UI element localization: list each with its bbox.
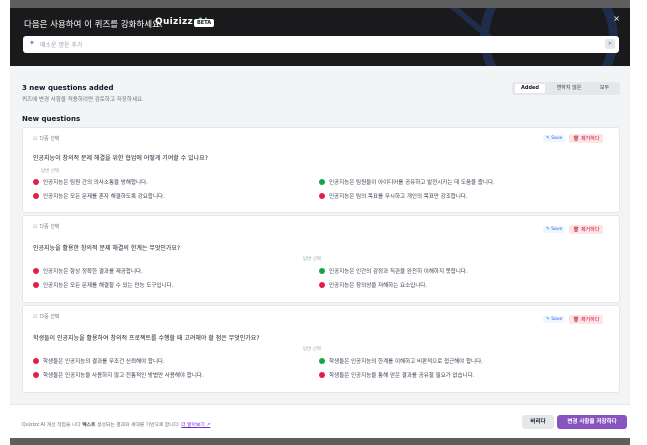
answer-option: 인공지능은 모든 문제를 해결할 수 있는 만능 도구입니다. bbox=[33, 281, 173, 289]
summary-title: 3 new questions added bbox=[22, 84, 114, 92]
checkbox-icon: ☑ bbox=[33, 136, 38, 142]
correct-dot-icon bbox=[319, 358, 325, 364]
answer-option: 인공지능은 창의성을 저해하는 요소입니다. bbox=[319, 281, 427, 289]
send-icon[interactable]: ➤ bbox=[605, 39, 615, 49]
tab-all[interactable]: 모두 bbox=[592, 84, 617, 93]
correct-dot-icon bbox=[319, 179, 325, 185]
answer-option: 학생들은 인공지능을 통해 얻은 결과를 공유할 필요가 없습니다. bbox=[319, 371, 475, 379]
options-label: 답변 선택 bbox=[303, 347, 321, 352]
answer-option: 학생들은 인공지능의 결과를 무조건 신뢰해야 합니다. bbox=[33, 357, 165, 365]
answer-option: 인공지능은 인간의 감정과 직관을 완전히 이해하지 못합니다. bbox=[319, 267, 468, 275]
incorrect-dot-icon bbox=[33, 282, 39, 288]
question-text: 인공지능을 활용한 창의적 문제 해결의 한계는 무엇인가요? bbox=[33, 245, 181, 252]
question-text: 학생들이 인공지능을 활용하여 창의적 프로젝트를 수행할 때 고려해야 할 점… bbox=[33, 335, 260, 342]
answer-option: 학생들은 인공지능을 사용하지 않고 전통적인 방법만 사용해야 합니다. bbox=[33, 371, 204, 379]
incorrect-dot-icon bbox=[33, 268, 39, 274]
question-type: ☑ 다중 선택 bbox=[33, 314, 60, 320]
correct-dot-icon bbox=[319, 268, 325, 274]
remove-question-button[interactable]: 🗑 제거하다 bbox=[569, 134, 604, 143]
tab-unchanged[interactable]: 변하지 않은 bbox=[549, 84, 589, 93]
checkbox-icon: ☑ bbox=[33, 224, 38, 230]
sparkle-icon: ✦ bbox=[29, 39, 35, 47]
answer-option: 인공지능은 팀원 간의 의사소통을 방해합니다. bbox=[33, 178, 148, 186]
question-type: ☑ 다중 선택 bbox=[33, 224, 60, 230]
answer-option: 인공지능은 항상 정확한 결과를 제공합니다. bbox=[33, 267, 143, 275]
options-label: 답변 선택 bbox=[41, 169, 59, 174]
discard-button[interactable]: 버리다 bbox=[522, 415, 554, 429]
incorrect-dot-icon bbox=[319, 372, 325, 378]
dialog-header: 다음은 사용하여 이 퀴즈를 강화하세요. Quizizz AI BETA × … bbox=[10, 8, 630, 66]
answer-option: 학생들은 인공지능의 한계를 이해하고 비판적으로 접근해야 합니다. bbox=[319, 357, 483, 365]
question-type: ☑ 다중 선택 bbox=[33, 136, 60, 142]
incorrect-dot-icon bbox=[33, 372, 39, 378]
tab-added[interactable]: Added bbox=[515, 84, 545, 93]
incorrect-dot-icon bbox=[33, 193, 39, 199]
options-label: 답변 선택 bbox=[303, 257, 321, 262]
question-card: ☑ 다중 선택 ✎ Save 🗑 제거하다 학생들이 인공지능을 활용하여 창의적… bbox=[22, 305, 620, 393]
incorrect-dot-icon bbox=[33, 179, 39, 185]
answer-option: 인공지능은 팀의 목표를 무시하고 개인의 목표만 강조합니다. bbox=[319, 192, 468, 200]
remove-question-button[interactable]: 🗑 제거하다 bbox=[569, 315, 604, 324]
save-question-button[interactable]: ✎ Save bbox=[543, 135, 566, 142]
remove-question-button[interactable]: 🗑 제거하다 bbox=[569, 225, 604, 234]
ai-disclaimer: Quizizz AI 개선 작업을 니다 텍스트 생성되는 결과와 세대를 기반… bbox=[22, 423, 211, 428]
question-text: 인공지능이 창의적 문제 해결을 위한 협업에 어떻게 기여할 수 있나요? bbox=[33, 155, 208, 162]
answer-option: 인공지능은 팀원들이 아이디어를 공유하고 발전시키는 데 도움을 줍니다. bbox=[319, 178, 495, 186]
filter-tabs: Added 변하지 않은 모두 bbox=[512, 82, 620, 95]
ai-enhance-dialog: 다음은 사용하여 이 퀴즈를 강화하세요. Quizizz AI BETA × … bbox=[10, 8, 630, 438]
prompt-placeholder: 메소운 명운 추가 bbox=[40, 42, 83, 49]
save-question-button[interactable]: ✎ Save bbox=[543, 226, 566, 233]
incorrect-dot-icon bbox=[319, 193, 325, 199]
beta-badge: BETA bbox=[194, 19, 215, 27]
prompt-input[interactable]: ✦ 메소운 명운 추가 ➤ bbox=[23, 36, 619, 53]
answer-option: 인공지능은 모든 문제를 혼자 해결하도록 강요합니다. bbox=[33, 192, 165, 200]
dialog-footer: Quizizz AI 개선 작업을 니다 텍스트 생성되는 결과와 세대를 기반… bbox=[10, 404, 630, 438]
incorrect-dot-icon bbox=[319, 282, 325, 288]
checkbox-icon: ☑ bbox=[33, 314, 38, 320]
close-icon[interactable]: × bbox=[613, 14, 620, 23]
question-card: ☑ 다중 선택 ✎ Save 🗑 제거하다 인공지능이 창의적 문제 해결을 위한… bbox=[22, 127, 620, 213]
learn-more-link[interactable]: 더 알아보기 ↗ bbox=[181, 423, 210, 428]
section-title: New questions bbox=[22, 115, 81, 123]
dialog-title: 다음은 사용하여 이 퀴즈를 강화하세요. bbox=[24, 20, 163, 30]
save-changes-button[interactable]: 변경 사항을 저장하다 bbox=[557, 415, 627, 429]
save-question-button[interactable]: ✎ Save bbox=[543, 316, 566, 323]
question-card: ☑ 다중 선택 ✎ Save 🗑 제거하다 인공지능을 활용한 창의적 문제 해결… bbox=[22, 215, 620, 303]
summary-subtitle: 퀴즈에 변경 사항을 적용하려면 검토하고 저장하세요. bbox=[22, 97, 144, 103]
incorrect-dot-icon bbox=[33, 358, 39, 364]
